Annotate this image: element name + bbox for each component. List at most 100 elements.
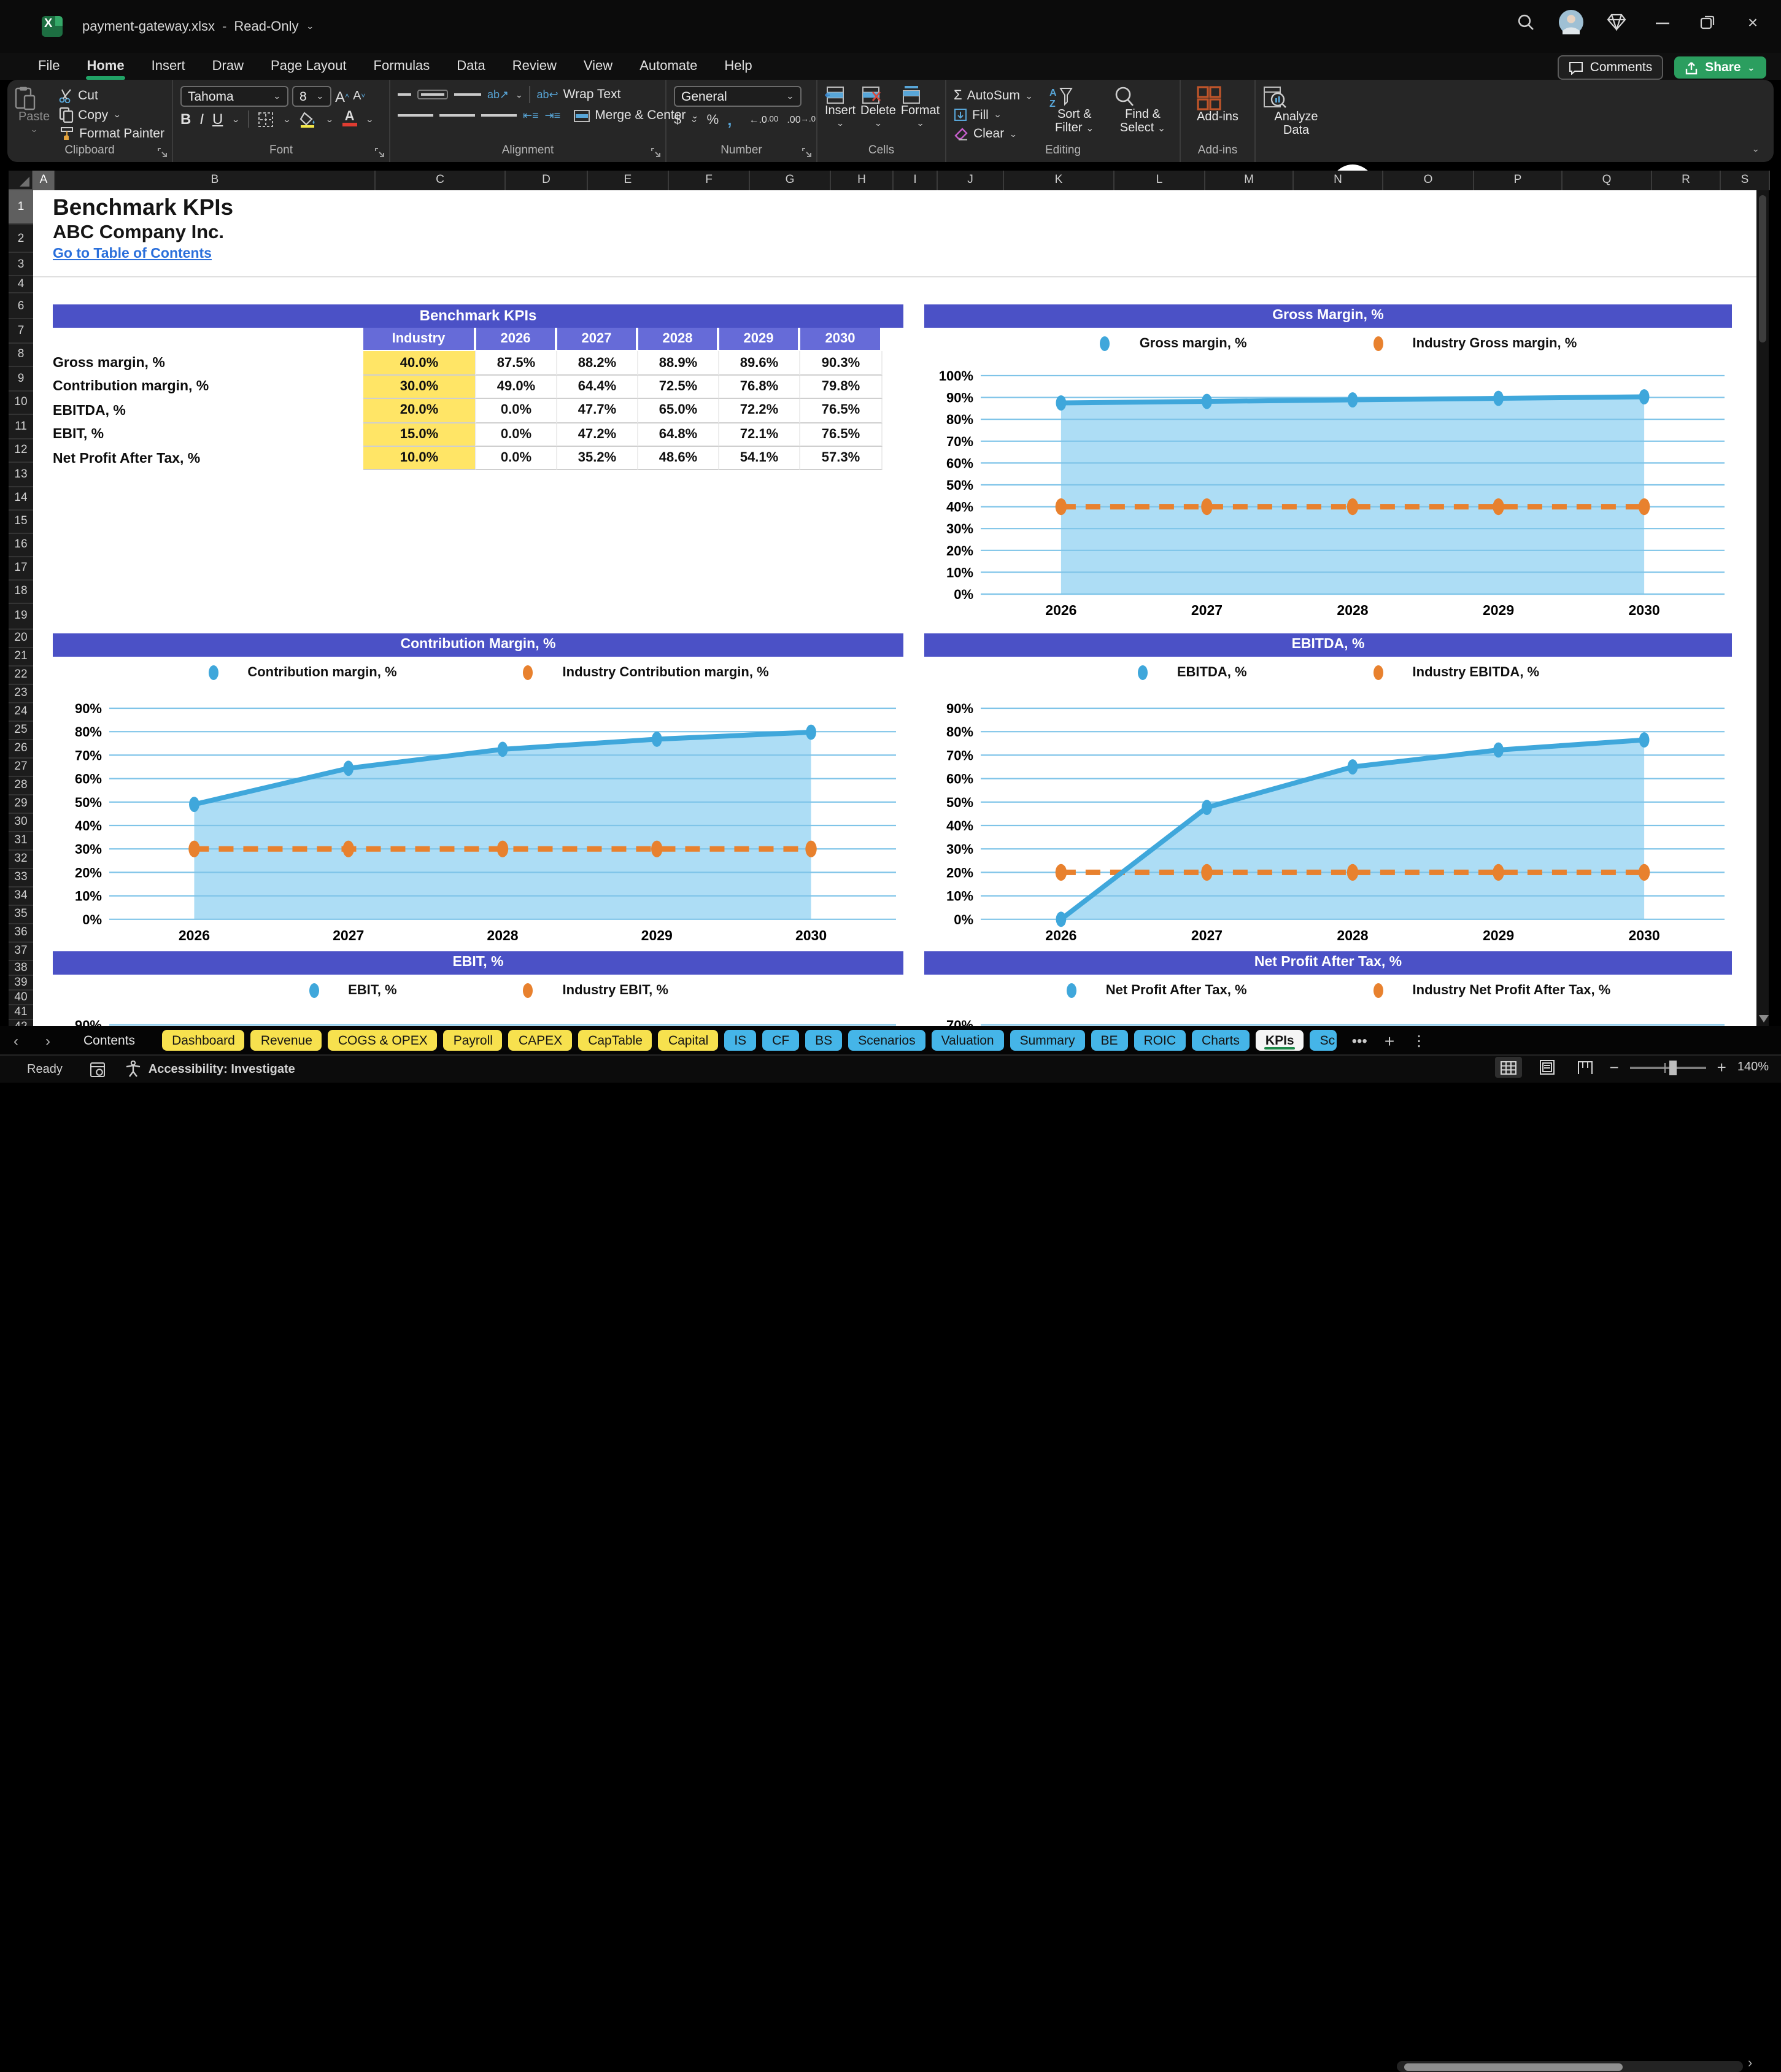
row-header[interactable]: 26 bbox=[9, 740, 33, 758]
fill-button[interactable]: Fill ⌄ bbox=[954, 107, 1033, 122]
addins-button[interactable]: Add-ins bbox=[1197, 86, 1238, 144]
format-painter-button[interactable]: Format Painter bbox=[58, 126, 164, 141]
column-header[interactable]: H bbox=[831, 171, 894, 190]
row-header[interactable]: 6 bbox=[9, 293, 33, 319]
row-header[interactable]: 1 bbox=[9, 190, 33, 225]
find-select-button[interactable]: Find & Select ⌄ bbox=[1113, 86, 1172, 144]
column-header[interactable]: J bbox=[938, 171, 1004, 190]
sheet-tab[interactable]: Payroll bbox=[443, 1030, 503, 1051]
ribbon-tab[interactable]: Home bbox=[73, 55, 137, 80]
sheet-tab[interactable]: BE bbox=[1091, 1030, 1128, 1051]
ribbon-tab[interactable]: Data bbox=[443, 55, 499, 77]
align-right-icon[interactable] bbox=[481, 112, 517, 118]
italic-button[interactable]: I bbox=[199, 110, 204, 128]
row-header[interactable]: 2 bbox=[9, 225, 33, 253]
close-button[interactable]: × bbox=[1734, 4, 1771, 41]
row-header[interactable]: 3 bbox=[9, 253, 33, 276]
sheet-tab[interactable]: Capital bbox=[658, 1030, 719, 1051]
sheet-tab[interactable]: Revenue bbox=[250, 1030, 322, 1051]
sheet-tab[interactable]: Scenarios bbox=[848, 1030, 925, 1051]
sheet-tab[interactable]: Valuation bbox=[931, 1030, 1004, 1051]
font-dialog-launcher[interactable] bbox=[374, 147, 385, 158]
row-header[interactable]: 32 bbox=[9, 850, 33, 868]
fill-color-button[interactable] bbox=[299, 111, 317, 127]
normal-view-icon[interactable] bbox=[1495, 1057, 1523, 1078]
horizontal-scrollbar-thumb[interactable] bbox=[1404, 2063, 1623, 2070]
row-header[interactable]: 28 bbox=[9, 776, 33, 795]
row-header[interactable]: 19 bbox=[9, 603, 33, 629]
vertical-scrollbar-thumb[interactable] bbox=[1759, 195, 1766, 342]
share-button[interactable]: Share ⌄ bbox=[1674, 56, 1766, 79]
column-header[interactable]: I bbox=[894, 171, 938, 190]
row-header[interactable]: 9 bbox=[9, 367, 33, 391]
row-header[interactable]: 33 bbox=[9, 868, 33, 887]
row-header[interactable]: 27 bbox=[9, 758, 33, 776]
alignment-dialog-launcher[interactable] bbox=[651, 147, 662, 158]
ribbon-tab[interactable]: Review bbox=[499, 55, 570, 77]
column-header[interactable]: B bbox=[55, 171, 376, 190]
currency-chevron-down-icon[interactable]: ⌄ bbox=[690, 115, 698, 124]
borders-button[interactable] bbox=[258, 111, 274, 127]
cut-button[interactable]: Cut bbox=[58, 88, 164, 103]
percent-button[interactable]: % bbox=[707, 112, 719, 127]
sheet-tab[interactable]: KPIs bbox=[1255, 1030, 1304, 1051]
row-header[interactable]: 18 bbox=[9, 580, 33, 603]
column-header[interactable]: Q bbox=[1563, 171, 1652, 190]
currency-button[interactable]: $ bbox=[674, 112, 681, 127]
sheet-canvas[interactable]: Benchmark KPIs ABC Company Inc. Go to Ta… bbox=[33, 190, 1756, 1026]
column-header[interactable]: D bbox=[506, 171, 588, 190]
format-cells-button[interactable]: Format ⌄ bbox=[901, 86, 940, 144]
underline-button[interactable]: U bbox=[212, 110, 223, 128]
font-family-combo[interactable]: Tahoma ⌄ bbox=[180, 86, 288, 107]
ribbon-tab[interactable]: Draw bbox=[199, 55, 257, 77]
column-header[interactable]: C bbox=[376, 171, 506, 190]
comments-button[interactable]: Comments bbox=[1558, 55, 1664, 80]
align-top-icon[interactable] bbox=[398, 91, 411, 97]
increase-font-icon[interactable]: A ˄ bbox=[335, 88, 349, 105]
ribbon-tab[interactable]: View bbox=[570, 55, 626, 77]
sheet-tab[interactable]: Contents bbox=[74, 1030, 145, 1051]
increase-decimal-icon[interactable]: ←.0.00 bbox=[749, 114, 778, 125]
column-header[interactable]: N bbox=[1294, 171, 1383, 190]
minimize-button[interactable] bbox=[1644, 4, 1680, 41]
zoom-out-icon[interactable]: − bbox=[1609, 1058, 1618, 1077]
column-header[interactable]: G bbox=[750, 171, 831, 190]
decrease-font-icon[interactable]: A ˅ bbox=[353, 90, 365, 103]
row-header[interactable]: 21 bbox=[9, 648, 33, 666]
fill-color-chevron-down-icon[interactable]: ⌄ bbox=[325, 115, 333, 123]
premium-diamond-icon[interactable] bbox=[1598, 4, 1635, 41]
borders-chevron-down-icon[interactable]: ⌄ bbox=[283, 115, 291, 123]
column-header[interactable]: L bbox=[1115, 171, 1205, 190]
comma-button[interactable]: , bbox=[727, 110, 732, 129]
accessibility-status[interactable]: Accessibility: Investigate bbox=[125, 1061, 295, 1078]
column-header[interactable]: O bbox=[1383, 171, 1474, 190]
decrease-decimal-icon[interactable]: .00 →.0 bbox=[787, 114, 816, 125]
avatar[interactable] bbox=[1553, 4, 1590, 41]
column-header[interactable]: K bbox=[1004, 171, 1115, 190]
column-header[interactable]: F bbox=[669, 171, 750, 190]
kpi-col-industry[interactable]: Industry bbox=[363, 328, 476, 350]
restore-button[interactable] bbox=[1689, 4, 1726, 41]
title-chevron-down-icon[interactable]: ⌄ bbox=[306, 22, 314, 31]
paste-button[interactable]: Paste ⌄ bbox=[15, 86, 53, 144]
row-header[interactable]: 35 bbox=[9, 905, 33, 924]
row-header[interactable]: 14 bbox=[9, 487, 33, 510]
ribbon-tab[interactable]: Help bbox=[711, 55, 765, 77]
row-header[interactable]: 23 bbox=[9, 684, 33, 703]
row-header[interactable]: 13 bbox=[9, 463, 33, 487]
ribbon-tab[interactable]: Formulas bbox=[360, 55, 444, 77]
row-header[interactable]: 40 bbox=[9, 990, 33, 1005]
row-header[interactable]: 4 bbox=[9, 276, 33, 293]
font-color-button[interactable]: A bbox=[342, 110, 357, 126]
collapse-ribbon-chevron-icon[interactable]: ⌄ bbox=[1752, 145, 1760, 153]
new-sheet-icon[interactable]: + bbox=[1376, 1030, 1403, 1050]
ribbon-tab[interactable]: File bbox=[25, 55, 73, 77]
analyze-data-button[interactable]: Analyze Data bbox=[1263, 86, 1329, 144]
macro-record-icon[interactable] bbox=[90, 1061, 106, 1077]
align-bottom-icon[interactable] bbox=[454, 91, 481, 97]
row-header[interactable]: 12 bbox=[9, 439, 33, 463]
kpi-col-2027[interactable]: 2027 bbox=[557, 328, 638, 350]
row-header[interactable]: 10 bbox=[9, 391, 33, 415]
ribbon-tab[interactable]: Insert bbox=[138, 55, 199, 77]
select-all-corner[interactable] bbox=[9, 171, 33, 190]
